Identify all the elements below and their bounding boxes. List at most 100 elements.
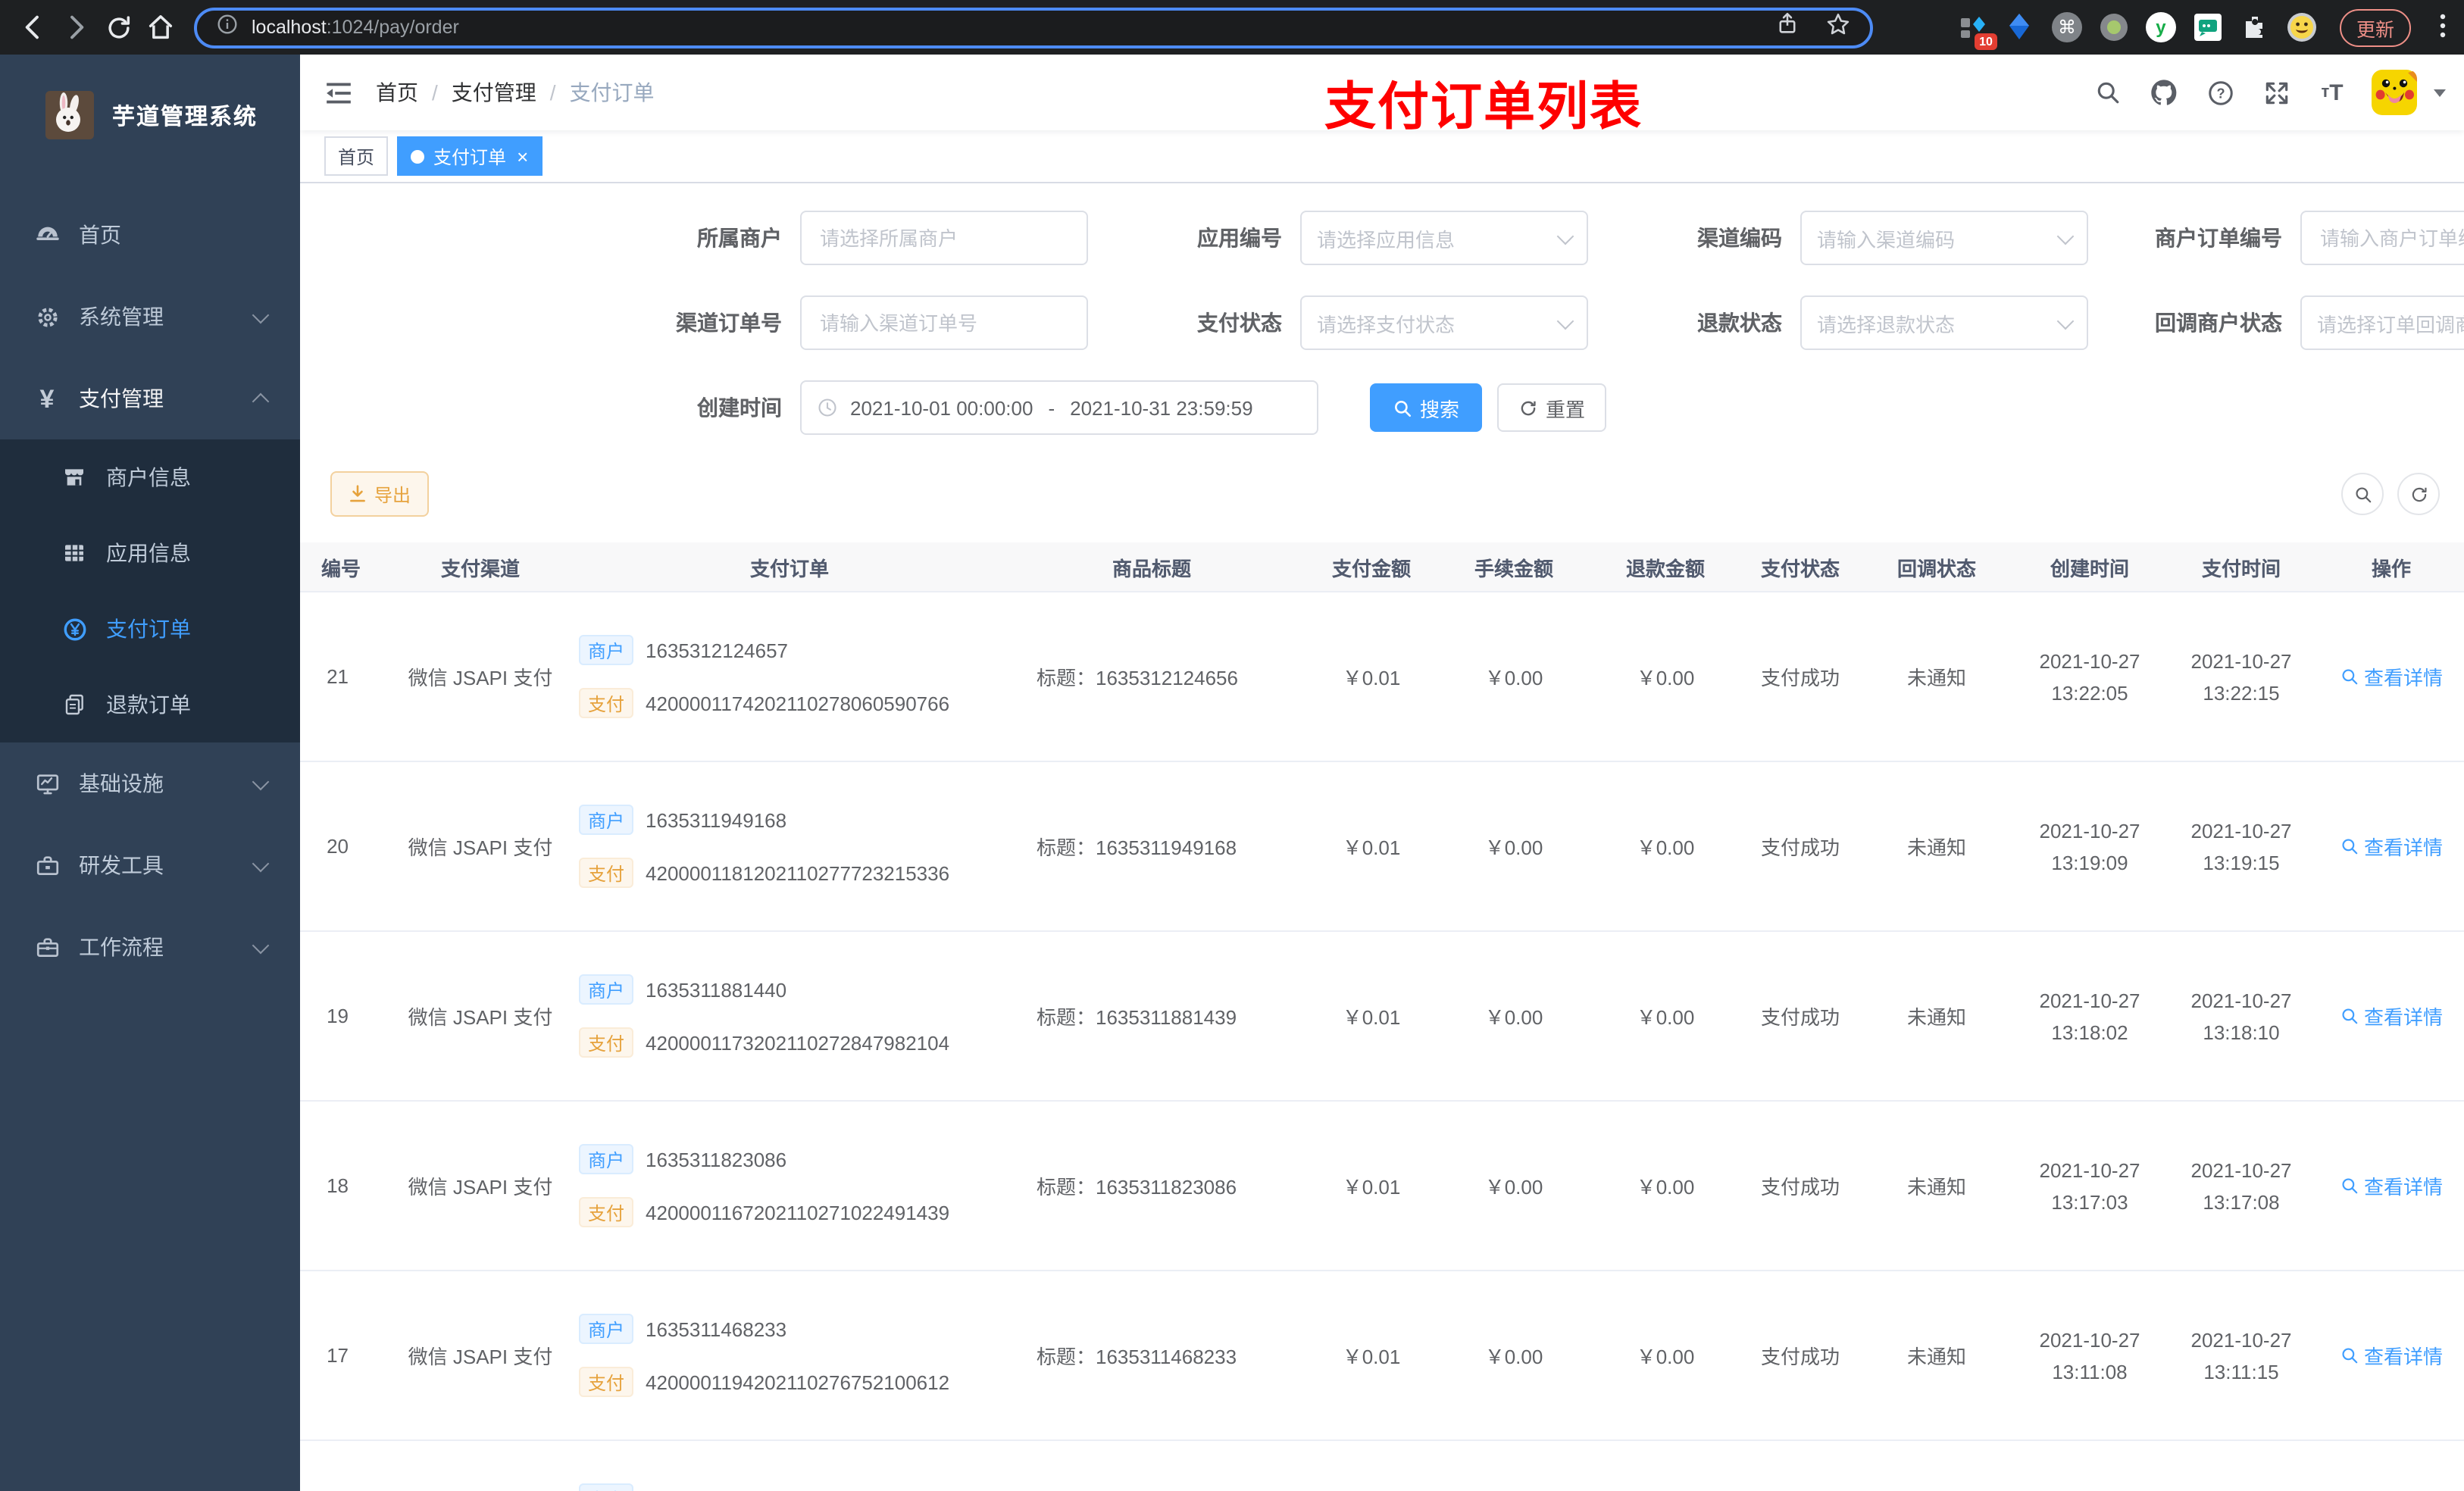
view-detail-link[interactable]: 查看详情 [2340,662,2443,691]
table-row: 商户 1635311354796 支付 查看详情 [300,1441,2464,1491]
breadcrumb-current: 支付订单 [569,80,655,105]
chevron-down-icon [252,854,270,872]
gear-icon [33,303,61,330]
yen-circle-icon [61,615,88,642]
merchant-tag: 商户 [579,1144,634,1174]
avatar-caret-icon[interactable] [2434,89,2446,96]
sidebar-item-dev-tools[interactable]: 研发工具 [0,824,300,906]
sidebar-item-label: 首页 [79,223,121,247]
sidebar-item-refund-order[interactable]: 退款订单 [0,667,300,742]
channel-order-no-input[interactable] [817,310,1071,336]
back-icon[interactable] [12,6,55,48]
extension-chat-icon[interactable] [2193,12,2223,42]
magnifier-icon [2342,1178,2358,1194]
extension-emoji-icon[interactable] [2287,12,2317,42]
search-icon[interactable] [2091,76,2125,109]
merchant-order-no-input[interactable] [2317,225,2464,251]
bookmark-star-icon[interactable] [1825,10,1852,45]
sidebar-item-app-info[interactable]: 应用信息 [0,515,300,591]
extension-puzzle-icon[interactable] [2240,12,2270,42]
cell-fee: ￥0.00 [1484,1346,1543,1368]
reload-icon[interactable] [97,6,139,48]
extension-command-icon[interactable]: ⌘ [2051,12,2082,42]
share-icon[interactable] [1775,11,1800,44]
sidebar-item-workflow[interactable]: 工作流程 [0,906,300,988]
cell-pay-status: 支付成功 [1760,1346,1840,1368]
sidebar-item-infrastructure[interactable]: 基础设施 [0,742,300,824]
merchant-select-input[interactable] [817,225,1071,251]
extension-dot-icon[interactable] [2099,12,2129,42]
merchant-order-no: 1635311354796 [646,1487,786,1491]
app-select[interactable]: 请选择应用信息 [1300,211,1588,265]
github-icon[interactable] [2147,76,2181,109]
view-detail-link[interactable]: 查看详情 [2340,1171,2443,1200]
view-detail-link[interactable]: 查看详情 [2340,832,2443,861]
sidebar-item-payment[interactable]: ¥ 支付管理 [0,358,300,439]
sidebar-item-merchant-info[interactable]: 商户信息 [0,439,300,515]
url-bar[interactable]: localhost:1024/pay/order [194,7,1873,48]
close-tab-icon[interactable]: × [517,146,528,166]
home-icon[interactable] [139,6,182,48]
tab-home[interactable]: 首页 [324,136,389,176]
cell-notify-status: 未通知 [1906,1006,1966,1029]
export-button[interactable]: 导出 [330,471,430,517]
cell-fee: ￥0.00 [1484,836,1543,859]
fullscreen-icon[interactable] [2259,76,2293,109]
extension-y-icon[interactable]: y [2145,12,2176,42]
collapse-sidebar-icon[interactable] [321,76,355,109]
browser-menu-icon[interactable] [2440,13,2446,42]
url-host: localhost [252,17,327,38]
filter-form: 所属商户 应用编号 请选择应用信息 渠道编码 请输入渠道编码 商户订单编号 [300,183,2464,435]
sidebar-item-system[interactable]: 系统管理 [0,276,300,358]
search-button[interactable]: 搜索 [1370,383,1483,432]
cell-pay-order: 商户 1635311881440 支付 42000011732021102728… [579,971,1000,1061]
extension-tiles-icon[interactable]: 10 [1958,12,1997,50]
filter-label: 所属商户 [697,226,782,250]
grid-icon [61,539,88,567]
create-time-range-picker[interactable]: 2021-10-01 00:00:00 - 2021-10-31 23:59:5… [800,380,1318,435]
app-logo[interactable]: 芋道管理系统 [0,55,300,176]
font-size-icon[interactable]: тT [2315,76,2349,109]
browser-bar: localhost:1024/pay/order 10 ⌘ y 更新 [0,0,2464,55]
view-detail-link[interactable]: 查看详情 [2340,1002,2443,1030]
view-detail-link[interactable]: 查看详情 [2340,1341,2443,1370]
sidebar-item-label: 系统管理 [79,305,164,329]
breadcrumb-payment[interactable]: 支付管理 [452,77,536,108]
notify-status-select[interactable]: 请选择订单回调商户状态 [2300,295,2464,350]
tab-label: 支付订单 [433,146,507,167]
extension-kite-icon[interactable] [2005,12,2035,42]
update-button[interactable]: 更新 [2339,8,2411,46]
clock-icon [818,399,836,417]
magnifier-icon [2342,1008,2358,1024]
cell-id: 20 [327,835,349,858]
col-actions: 操作 [2371,557,2411,580]
channel-code-select[interactable]: 请输入渠道编码 [1800,211,2088,265]
pay-status-select[interactable]: 请选择支付状态 [1300,295,1588,350]
forward-icon[interactable] [55,6,97,48]
breadcrumb-home[interactable]: 首页 [376,77,418,108]
search-icon [1395,400,1412,417]
show-search-toggle-button[interactable] [2341,473,2384,515]
filter-label: 应用编号 [1197,226,1282,250]
help-icon[interactable]: ? [2203,76,2237,109]
refund-status-select[interactable]: 请选择退款状态 [1800,295,2088,350]
select-arrow-icon [2056,311,2075,330]
merchant-order-no: 1635311823086 [646,1148,787,1171]
chevron-up-icon [252,392,270,410]
tab-pay-order[interactable]: 支付订单 × [397,136,543,176]
orders-table: 编号 支付渠道 支付订单 商品标题 支付金额 手续金额 退款金额 支付状态 回调… [300,542,2464,1491]
site-info-icon[interactable] [215,11,239,43]
cell-amount: ￥0.01 [1342,1346,1401,1368]
avatar[interactable] [2372,70,2417,115]
briefcase-icon [33,933,61,961]
navbar: 首页 / 支付管理 / 支付订单 支付订单列表 ? т T [300,55,2464,136]
table-row: 21 微信 JSAPI 支付 商户 1635312124657 支付 42000… [300,592,2464,762]
col-refund: 退款金额 [1625,557,1705,580]
cell-pay-status: 支付成功 [1760,836,1840,859]
reset-button[interactable]: 重置 [1497,383,1607,432]
pay-order-no: 4200001173202110272847982104 [646,1031,950,1054]
table-row: 19 微信 JSAPI 支付 商户 1635311881440 支付 42000… [300,932,2464,1102]
refresh-table-button[interactable] [2397,473,2440,515]
sidebar-item-pay-order[interactable]: 支付订单 [0,591,300,667]
sidebar-item-home[interactable]: 首页 [0,194,300,276]
